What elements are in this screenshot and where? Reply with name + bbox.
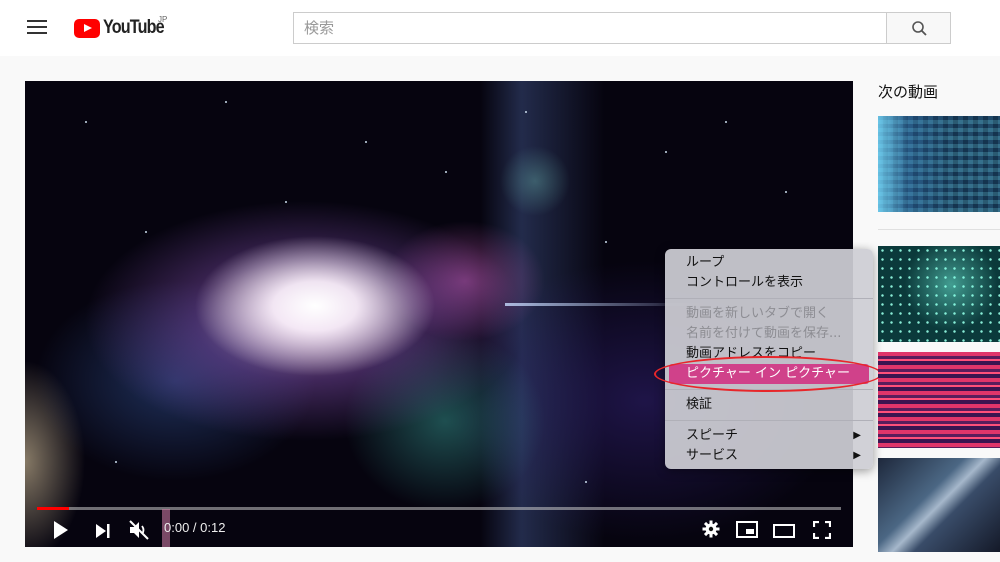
progress-bar[interactable] [37, 507, 841, 510]
submenu-arrow-icon: ▶ [853, 430, 861, 441]
video-thumbnail[interactable] [878, 458, 1000, 552]
play-button[interactable] [53, 521, 69, 543]
menu-item-show-controls[interactable]: コントロールを表示 [665, 273, 873, 293]
menu-item-save-video-as: 名前を付けて動画を保存... [686, 326, 842, 341]
next-button[interactable] [95, 523, 111, 542]
miniplayer-icon [736, 521, 758, 538]
up-next-title: 次の動画 [878, 83, 939, 101]
menu-item-open-video-new-tab: 動画を新しいタブで開く [686, 306, 830, 321]
play-icon [54, 521, 68, 539]
player-controls: 0:00 / 0:12 [25, 509, 853, 547]
menu-item-speech-label: スピーチ [686, 428, 739, 443]
menu-item-inspect[interactable]: 検証 [665, 395, 873, 415]
context-menu: ループ コントロールを表示 動画を新しいタブで開く 名前を付けて動画を保存...… [665, 249, 873, 469]
video-thumbnail[interactable] [878, 352, 1000, 448]
search-input[interactable] [294, 13, 886, 43]
menu-separator [665, 389, 873, 390]
search-button[interactable] [886, 12, 951, 44]
submenu-arrow-icon: ▶ [853, 450, 861, 461]
fullscreen-icon [812, 520, 832, 540]
menu-item-speech[interactable]: スピーチ ▶ [665, 426, 873, 446]
logo-text: YouTube [103, 17, 165, 38]
menu-item-services-label: サービス [686, 448, 739, 463]
menu-item-picture-in-picture[interactable]: ピクチャー イン ピクチャー [669, 364, 869, 384]
menu-item-copy-video-address[interactable]: 動画アドレスをコピー [665, 344, 873, 364]
theater-icon [773, 524, 795, 538]
search-box [293, 12, 886, 44]
menu-icon[interactable] [27, 20, 47, 34]
menu-separator [665, 298, 873, 299]
progress-played [37, 507, 70, 510]
video-thumbnail[interactable] [878, 116, 1000, 212]
menu-item-services[interactable]: サービス ▶ [665, 446, 873, 466]
theater-mode-button[interactable] [773, 523, 795, 542]
miniplayer-button[interactable] [736, 521, 758, 542]
volume-muted-icon [129, 520, 149, 540]
search-icon [912, 21, 927, 36]
menu-item-loop[interactable]: ループ [665, 253, 873, 273]
settings-button[interactable] [702, 520, 720, 542]
region-label: JP [158, 15, 168, 24]
fullscreen-button[interactable] [812, 520, 832, 543]
top-bar: YouTube JP [0, 0, 1000, 56]
skip-next-icon [96, 524, 110, 538]
video-thumbnail[interactable] [878, 246, 1000, 342]
sidebar-divider [878, 229, 1000, 230]
play-logo-icon [74, 18, 100, 38]
time-display: 0:00 / 0:12 [164, 520, 226, 535]
menu-separator [665, 420, 873, 421]
gear-icon [702, 520, 720, 538]
mute-button[interactable] [128, 519, 150, 545]
